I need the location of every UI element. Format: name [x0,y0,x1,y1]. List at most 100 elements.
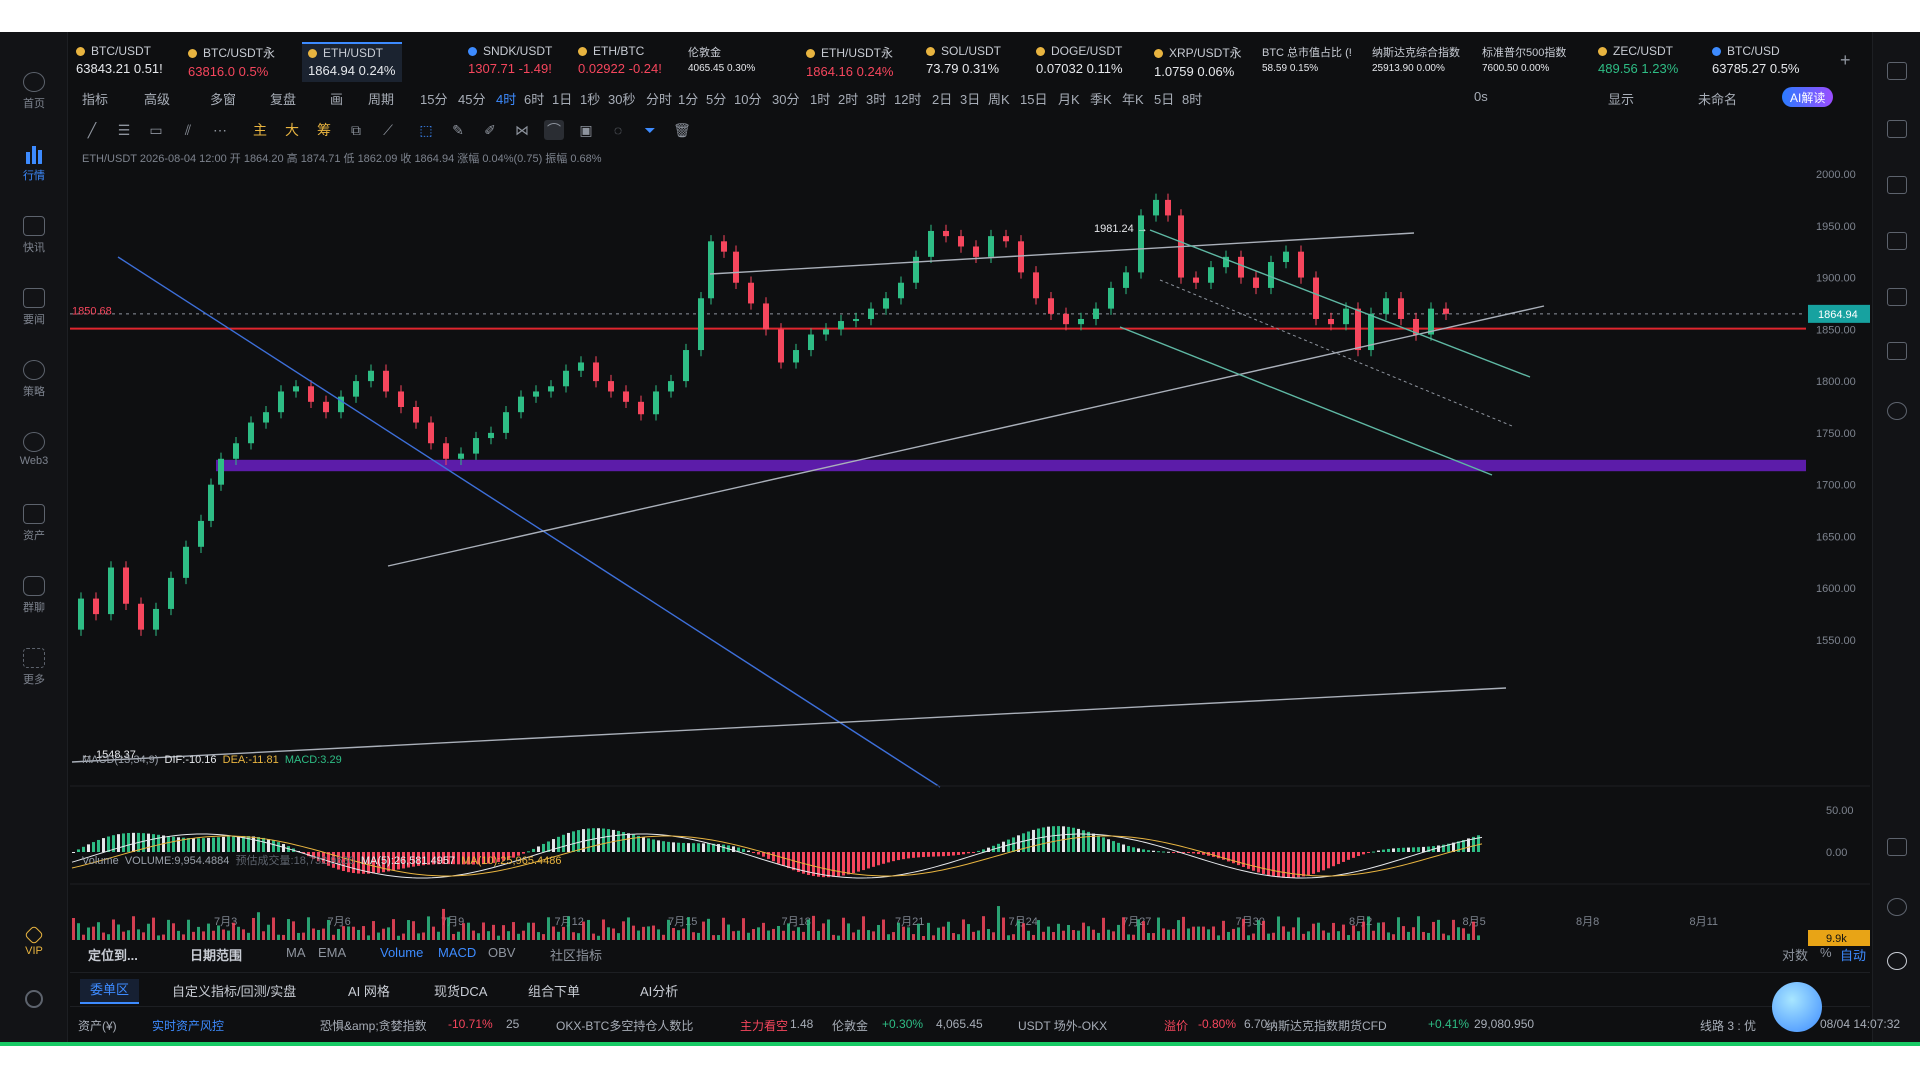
volume-bar [897,922,900,940]
candle-body [168,577,174,609]
macd-histogram-bar [1137,848,1140,852]
volume-bar [172,923,175,940]
volume-bar [82,934,85,940]
volume-bar [557,931,560,940]
volume-bar [652,925,655,940]
macd-histogram-bar [697,843,700,852]
macd-histogram-bar [1087,831,1090,852]
volume-bar [442,908,445,940]
volume-bar [1337,931,1340,940]
volume-bar [1282,926,1285,940]
macd-histogram-bar [902,852,905,860]
macd-histogram-bar [277,842,280,852]
volume-bar [1407,931,1410,940]
macd-histogram-bar [1327,852,1330,869]
volume-bar [392,919,395,940]
volume-bar [97,922,100,940]
candle-body [868,308,874,319]
macd-histogram-bar [1347,852,1350,860]
macd-histogram-bar [217,837,220,852]
support-zone[interactable] [216,459,1806,472]
tab-volume[interactable]: Volume [380,945,423,960]
candle-body [838,321,844,330]
floating-timer[interactable] [1772,982,1822,1032]
volume-bar [802,931,805,940]
candle-body [638,401,644,415]
tab-obv[interactable]: OBV [488,945,515,960]
tab-ma[interactable]: MA [286,945,306,960]
macd-histogram-bar [1412,847,1415,852]
volume-bar [1027,930,1030,940]
candle-body [763,303,769,330]
date-range-button[interactable]: 日期范围 [190,945,242,964]
volume-bar [1222,920,1225,940]
volume-bar [812,915,815,940]
macd-histogram-bar [632,834,635,852]
candle-body [278,391,284,413]
macd-histogram-bar [672,842,675,852]
tab-custom-indicators[interactable]: 自定义指标/回测/实盘 [172,981,296,1000]
volume-bar [687,917,690,940]
macd-histogram-bar [667,841,670,852]
candle-body [1078,318,1084,325]
status-item[interactable]: 资产(¥) [78,1017,117,1034]
volume-bar [287,919,290,940]
tab-macd[interactable]: MACD [438,945,476,960]
percent-scale-toggle[interactable]: % [1820,945,1832,960]
volume-bar [1377,922,1380,940]
volume-bar [462,923,465,940]
status-item: 恐惧&amp;贪婪指数 [320,1019,427,1033]
macd-histogram-bar [1012,837,1015,852]
status-item[interactable]: 实时资产风控 [152,1017,224,1034]
tab-combo-order[interactable]: 组合下单 [528,981,580,1000]
volume-bar [672,928,675,940]
macd-histogram-bar [1042,827,1045,852]
volume-bar [337,928,340,940]
macd-histogram-bar [852,852,855,874]
rising-support-line[interactable] [387,305,1545,567]
volume-bar [807,919,810,940]
price-chart[interactable]: 2000.00 1950.00 1900.00 1850.00 1800.00 1750.… [0,32,1920,1046]
volume-bar [882,919,885,940]
volume-bar [1317,922,1320,940]
log-scale-toggle[interactable]: 对数 [1782,945,1808,964]
volume-bar [372,921,375,940]
volume-bar [742,918,745,940]
macd-histogram-bar [1422,846,1425,852]
blue-trend-line[interactable] [117,256,941,788]
volume-bar [907,927,910,940]
tab-orders[interactable]: 委单区 [80,979,140,1004]
status-item: 主力看空 [740,1019,789,1033]
candle-body [383,370,389,392]
auto-scale-toggle[interactable]: 自动 [1840,945,1866,964]
long-base-line[interactable] [71,687,1507,763]
candle-body [533,391,539,397]
macd-histogram-bar [822,852,825,878]
tab-ai-analysis[interactable]: AI分析 [640,981,678,1000]
volume-bar [1307,931,1310,940]
volume-bar [347,926,350,940]
tab-ai-grid[interactable]: AI 网格 [348,981,390,1000]
locate-to-button[interactable]: 定位到... [88,945,138,964]
volume-bar [947,921,950,940]
tab-community-indicators[interactable]: 社区指标 [550,945,602,964]
channel-lower-line[interactable] [1119,326,1493,476]
volume-bar [1292,927,1295,940]
macd-histogram-bar [1337,852,1340,865]
tab-ema[interactable]: EMA [318,945,346,960]
volume-bar [217,925,220,940]
candle-body [78,598,84,630]
candle-body [1328,318,1334,325]
candle-body [578,362,584,371]
volume-bar [607,927,610,940]
volume-bar [582,921,585,940]
volume-bar [1332,922,1335,940]
top-resistance-line[interactable] [709,232,1415,275]
candle-body [1253,277,1259,288]
volume-bar [1082,922,1085,940]
tab-spot-dca[interactable]: 现货DCA [434,981,487,1000]
volume-bar [477,933,480,940]
candle-body [698,298,704,351]
status-item: -0.80% [1198,1017,1237,1031]
status-item: 1.48 [790,1017,814,1031]
